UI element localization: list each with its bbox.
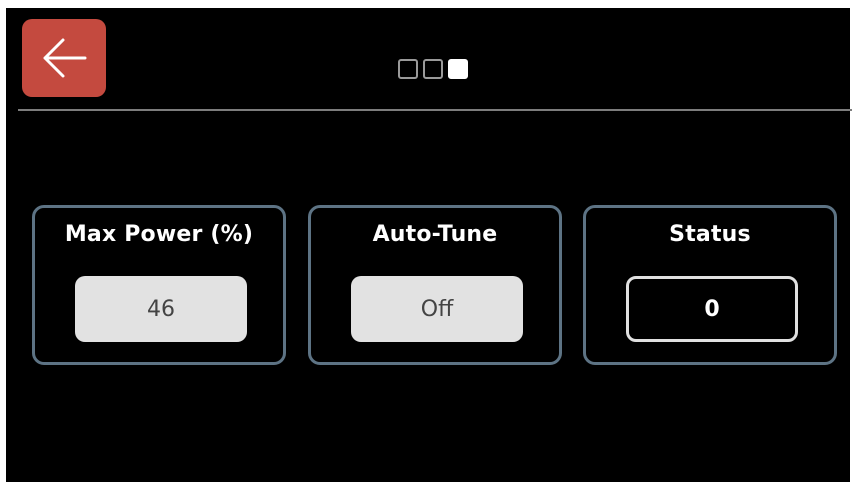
page-indicator (398, 59, 468, 79)
status-card: Status 0 (583, 205, 837, 365)
status-value: 0 (626, 276, 798, 342)
header-divider (18, 109, 852, 111)
auto-tune-card: Auto-Tune Off (308, 205, 562, 365)
arrow-left-icon (43, 38, 87, 78)
max-power-input[interactable]: 46 (75, 276, 247, 342)
screen: Max Power (%) 46 Auto-Tune Off Status 0 (6, 8, 852, 482)
back-button[interactable] (22, 19, 106, 97)
page-dot[interactable] (423, 59, 443, 79)
max-power-label: Max Power (%) (64, 222, 254, 247)
page-dot[interactable] (398, 59, 418, 79)
auto-tune-toggle[interactable]: Off (351, 276, 523, 342)
max-power-card: Max Power (%) 46 (32, 205, 286, 365)
status-label: Status (669, 222, 751, 247)
page-dot-active[interactable] (448, 59, 468, 79)
auto-tune-label: Auto-Tune (372, 222, 498, 247)
